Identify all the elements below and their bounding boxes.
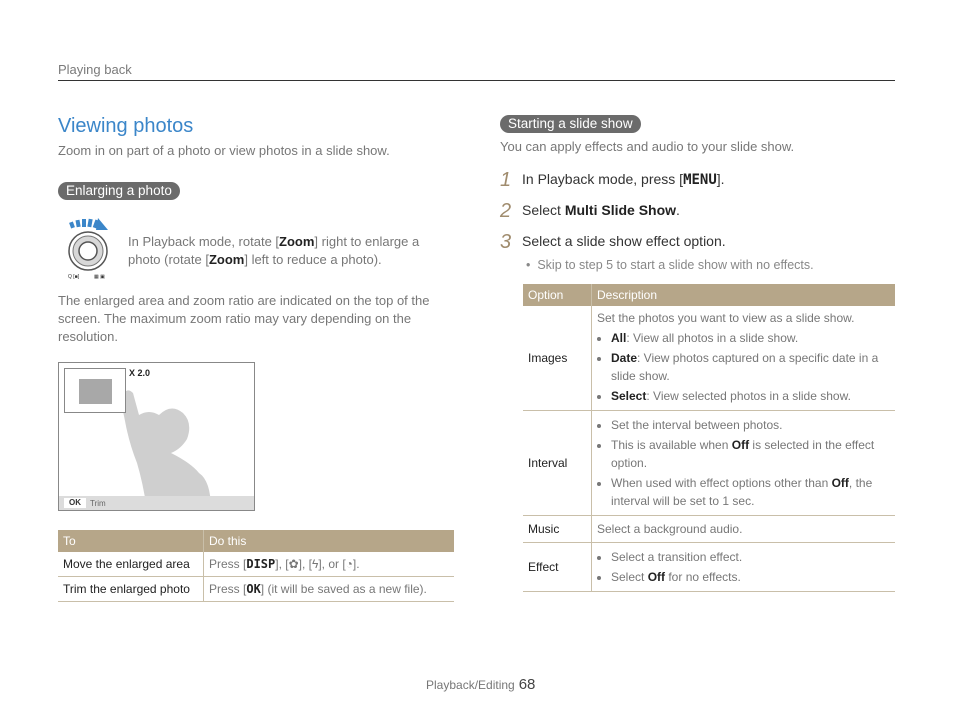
step-text: In Playback mode, press [ — [522, 171, 684, 187]
slideshow-options-table: Option Description Images Set the photos… — [523, 284, 895, 592]
list-item: Select a transition effect. — [611, 548, 890, 566]
page-footer: Playback/Editing 68 — [426, 676, 535, 693]
table-row: Effect Select a transition effect. Selec… — [523, 542, 895, 592]
list-item: Set the interval between photos. — [611, 416, 890, 434]
zoom-dial-icon: Q [■] ▦ ▣ — [68, 218, 108, 280]
step-number: 2 — [500, 200, 512, 222]
cell-text: ] (it will be saved as a new file). — [260, 582, 427, 596]
zoom-key: Zoom — [208, 252, 245, 267]
step-1: 1 In Playback mode, press [MENU]. — [500, 169, 725, 192]
table-row: Music Select a background audio. — [523, 515, 895, 543]
table-row: Images Set the photos you want to view a… — [523, 306, 895, 411]
zoom-key: Zoom — [279, 234, 315, 249]
screen-bottom-bar: OK Trim — [59, 496, 254, 510]
list-item: When used with effect options other than… — [611, 474, 890, 510]
description-cell: Set the photos you want to view as a sli… — [591, 306, 895, 411]
running-head: Playing back — [58, 62, 132, 77]
list-item: This is available when Off is selected i… — [611, 436, 890, 472]
section-label-slideshow: Starting a slide show — [500, 115, 641, 133]
list-item: Select: View selected photos in a slide … — [611, 387, 890, 405]
zoom-controls-table: To Do this Move the enlarged area Press … — [58, 530, 454, 602]
section-label-enlarging: Enlarging a photo — [58, 182, 180, 200]
ok-key-icon: OK — [64, 498, 86, 508]
option-cell: Effect — [523, 542, 592, 592]
column-header: Description — [591, 284, 895, 306]
description-cell: Select a transition effect. Select Off f… — [591, 542, 895, 592]
description-text: Set the photos you want to view as a sli… — [597, 311, 855, 325]
step-2: 2 Select Multi Slide Show. — [500, 200, 680, 223]
step-number: 1 — [500, 169, 512, 191]
step-number: 3 — [500, 231, 512, 253]
instruction-cell: Press [OK] (it will be saved as a new fi… — [203, 576, 454, 602]
cell-text: Press [ — [209, 557, 247, 571]
table-header-row: Option Description — [523, 284, 895, 306]
step-note: • Skip to step 5 to start a slide show w… — [526, 258, 814, 272]
trim-label: Trim — [90, 499, 106, 508]
page-subtitle: Zoom in on part of a photo or view photo… — [58, 143, 390, 158]
description-cell: Set the interval between photos. This is… — [591, 410, 895, 516]
svg-text:▦ ▣: ▦ ▣ — [94, 274, 105, 280]
page-number: 68 — [518, 676, 536, 693]
step-text: ]. — [716, 171, 725, 187]
table-row: Interval Set the interval between photos… — [523, 410, 895, 516]
menu-key: MENU — [683, 172, 717, 188]
zoom-navigator-thumbnail — [64, 368, 126, 413]
instruction-text: ] left to reduce a photo). — [244, 252, 382, 267]
action-cell: Trim the enlarged photo — [58, 576, 204, 602]
step-text: . — [676, 202, 680, 218]
footer-section: Playback/Editing — [426, 678, 515, 692]
list-item: All: View all photos in a slide show. — [611, 329, 890, 347]
table-row: Trim the enlarged photo Press [OK] (it w… — [58, 576, 454, 602]
column-header: Do this — [203, 530, 454, 552]
zoom-instruction: In Playback mode, rotate [Zoom] right to… — [128, 233, 448, 269]
zoom-ratio: X 2.0 — [129, 368, 151, 378]
step-text: Select — [522, 202, 565, 218]
zoom-paragraph: The enlarged area and zoom ratio are ind… — [58, 293, 430, 344]
page-title: Viewing photos — [58, 115, 194, 137]
header-divider — [58, 80, 895, 81]
action-cell: Move the enlarged area — [58, 552, 204, 577]
enlarged-area-indicator — [79, 379, 112, 404]
ok-key: OK — [246, 582, 261, 596]
table-header-row: To Do this — [58, 530, 454, 552]
step-3: 3 Select a slide show effect option. — [500, 231, 726, 254]
slideshow-lead: You can apply effects and audio to your … — [500, 139, 795, 154]
table-row: Move the enlarged area Press [DISP], [✿]… — [58, 552, 454, 577]
column-header: Option — [523, 284, 592, 306]
svg-text:Q [■]: Q [■] — [68, 274, 80, 280]
option-cell: Interval — [523, 410, 592, 516]
instruction-cell: Press [DISP], [✿], [ϟ], or [◔]. — [203, 552, 454, 577]
list-item: Select Off for no effects. — [611, 568, 890, 586]
cell-text: Press [ — [209, 582, 247, 596]
rotate-right-arrow-icon — [69, 218, 108, 230]
cell-text: ], [✿], [ϟ], or [◔]. — [275, 557, 360, 571]
option-cell: Images — [523, 306, 592, 411]
list-item: Date: View photos captured on a specific… — [611, 349, 890, 385]
column-header: To — [58, 530, 204, 552]
description-cell: Select a background audio. — [591, 515, 895, 543]
step-text: Select a slide show effect option. — [522, 233, 726, 249]
menu-item-name: Multi Slide Show — [564, 202, 677, 218]
camera-screen-preview: X 2.0 OK Trim — [58, 362, 255, 511]
instruction-text: In Playback mode, rotate [ — [128, 234, 280, 249]
option-cell: Music — [523, 515, 592, 543]
note-text: Skip to step 5 to start a slide show wit… — [537, 258, 814, 272]
disp-key: DISP — [246, 557, 276, 571]
